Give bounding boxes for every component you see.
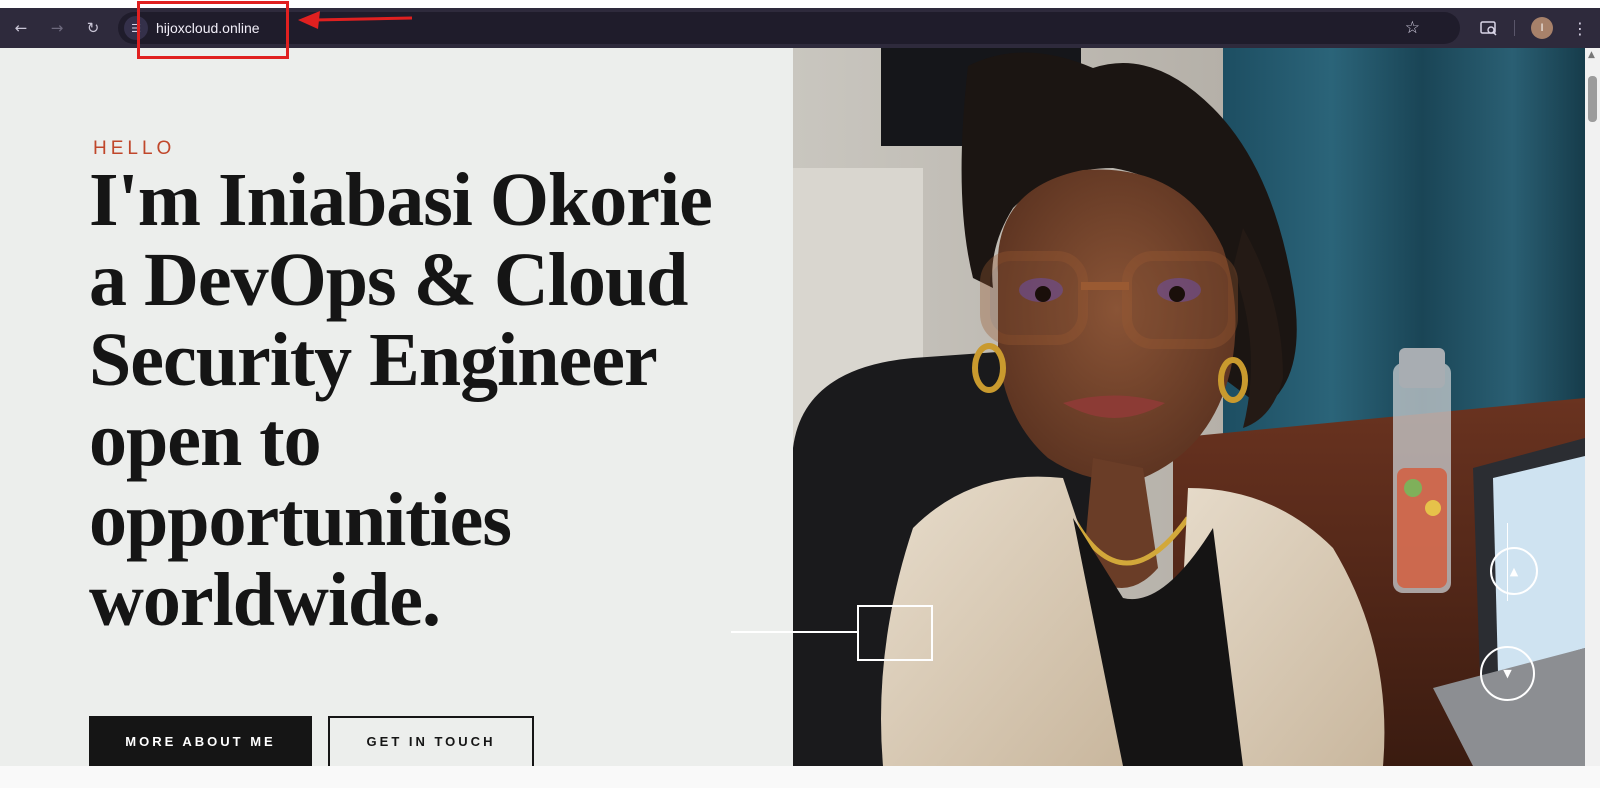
kebab-menu-icon: ⋮ xyxy=(1572,18,1588,38)
profile-avatar[interactable]: I xyxy=(1531,17,1553,39)
hero-text-panel: HELLO I'm Iniabasi Okorie a DevOps & Clo… xyxy=(0,48,793,766)
arrow-right-icon: → xyxy=(50,19,64,37)
toolbar-divider xyxy=(1514,20,1515,36)
headline-line: Security Engineer xyxy=(89,318,658,402)
annotation-highlight-box xyxy=(137,1,289,59)
menu-button[interactable]: ⋮ xyxy=(1568,8,1592,48)
tab-search-icon xyxy=(1480,21,1497,36)
annotation-arrow-icon xyxy=(298,11,413,29)
forward-button[interactable]: → xyxy=(42,8,72,48)
star-icon: ☆ xyxy=(1404,18,1420,38)
scrollbar-up-arrow-icon[interactable]: ▲ xyxy=(1588,50,1595,60)
reload-icon: ↻ xyxy=(86,19,100,37)
arrow-left-icon: ← xyxy=(14,19,28,37)
page-viewport: HELLO I'm Iniabasi Okorie a DevOps & Clo… xyxy=(0,48,1585,766)
caret-up-icon: ▲ xyxy=(1509,564,1519,578)
scrollbar-thumb[interactable] xyxy=(1588,76,1597,122)
scroll-down-button[interactable]: ▼ xyxy=(1480,646,1535,701)
back-button[interactable]: ← xyxy=(6,8,36,48)
headline-line: worldwide. xyxy=(89,558,441,642)
hero-headline: I'm Iniabasi Okorie a DevOps & Cloud Sec… xyxy=(89,160,779,640)
headline-line: opportunities xyxy=(89,478,512,562)
scroll-up-button[interactable]: ▲ xyxy=(1490,547,1538,595)
decorative-line xyxy=(731,631,858,633)
reload-button[interactable]: ↻ xyxy=(78,8,108,48)
headline-line: I'm Iniabasi Okorie xyxy=(89,158,713,242)
cast-search-button[interactable] xyxy=(1475,8,1503,48)
get-in-touch-button[interactable]: GET IN TOUCH xyxy=(328,716,534,766)
headline-line: open to xyxy=(89,398,322,482)
more-about-me-button[interactable]: MORE ABOUT ME xyxy=(89,716,312,766)
headline-line: a DevOps & Cloud xyxy=(89,238,688,322)
bookmark-button[interactable]: ☆ xyxy=(1405,12,1420,44)
page-scrollbar[interactable]: ▲ xyxy=(1585,48,1600,766)
hero-eyebrow: HELLO xyxy=(93,138,176,159)
caret-down-icon: ▼ xyxy=(1503,667,1512,680)
next-section-edge xyxy=(0,766,1600,788)
decorative-square xyxy=(857,605,933,661)
